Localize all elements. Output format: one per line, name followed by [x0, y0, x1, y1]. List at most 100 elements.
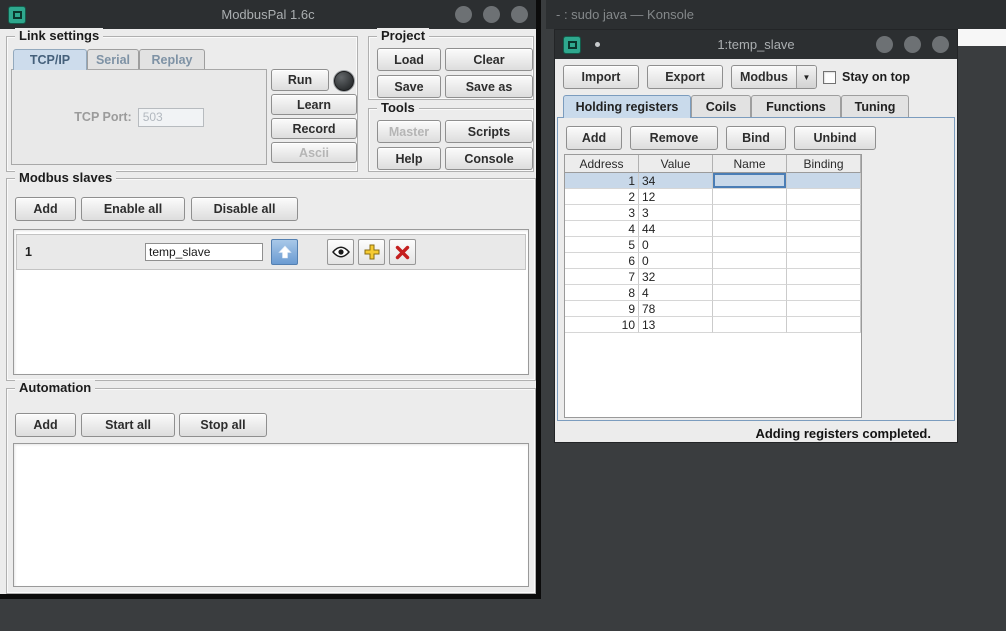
tab-holding-registers[interactable]: Holding registers: [563, 95, 691, 118]
register-cell-val[interactable]: 0: [639, 253, 713, 269]
register-cell-name[interactable]: [713, 285, 787, 301]
start-all-button[interactable]: Start all: [81, 413, 175, 437]
register-cell-name[interactable]: [713, 237, 787, 253]
register-cell-bind[interactable]: [787, 317, 861, 333]
register-cell-val[interactable]: 3: [639, 205, 713, 221]
register-cell-name[interactable]: [713, 253, 787, 269]
register-cell-name[interactable]: [713, 317, 787, 333]
register-cell-name[interactable]: [713, 221, 787, 237]
maximize-button[interactable]: [904, 36, 921, 53]
register-cell-val[interactable]: 32: [639, 269, 713, 285]
konsole-titlebar[interactable]: - : sudo java — Konsole: [546, 0, 1006, 29]
column-header-binding[interactable]: Binding: [787, 155, 861, 173]
run-button[interactable]: Run: [271, 69, 329, 91]
register-row[interactable]: 134: [565, 173, 861, 189]
register-cell-name[interactable]: [713, 173, 787, 189]
register-cell-bind[interactable]: [787, 269, 861, 285]
register-cell-bind[interactable]: [787, 301, 861, 317]
minimize-button[interactable]: [455, 6, 472, 23]
register-cell-bind[interactable]: [787, 173, 861, 189]
slave-enabled-toggle-button[interactable]: [271, 239, 298, 265]
tab-serial[interactable]: Serial: [87, 49, 139, 69]
tab-tuning[interactable]: Tuning: [841, 95, 909, 117]
maximize-button[interactable]: [483, 6, 500, 23]
slave-delete-button[interactable]: [389, 239, 416, 265]
add-automation-button[interactable]: Add: [15, 413, 76, 437]
learn-button[interactable]: Learn: [271, 94, 357, 115]
register-cell-name[interactable]: [713, 189, 787, 205]
register-row[interactable]: 444: [565, 221, 861, 237]
help-button[interactable]: Help: [377, 147, 441, 170]
chevron-down-icon[interactable]: ▼: [796, 66, 816, 88]
record-button[interactable]: Record: [271, 118, 357, 139]
register-row[interactable]: 33: [565, 205, 861, 221]
register-cell-val[interactable]: 44: [639, 221, 713, 237]
modbuspal-titlebar[interactable]: ModbusPal 1.6c: [0, 0, 536, 29]
register-row[interactable]: 732: [565, 269, 861, 285]
register-cell-val[interactable]: 34: [639, 173, 713, 189]
register-row[interactable]: 50: [565, 237, 861, 253]
register-cell-val[interactable]: 0: [639, 237, 713, 253]
slave-view-button[interactable]: [327, 239, 354, 265]
register-cell-addr[interactable]: 9: [565, 301, 639, 317]
register-row[interactable]: 1013: [565, 317, 861, 333]
register-cell-val[interactable]: 4: [639, 285, 713, 301]
clear-button[interactable]: Clear: [445, 48, 533, 71]
register-cell-bind[interactable]: [787, 237, 861, 253]
slave-editor-titlebar[interactable]: 1:temp_slave: [555, 30, 957, 59]
register-cell-bind[interactable]: [787, 285, 861, 301]
remove-register-button[interactable]: Remove: [630, 126, 718, 150]
register-cell-bind[interactable]: [787, 189, 861, 205]
stay-on-top-checkbox[interactable]: [823, 71, 836, 84]
slave-name-input[interactable]: [145, 243, 263, 261]
register-cell-addr[interactable]: 2: [565, 189, 639, 205]
slave-add-automation-button[interactable]: [358, 239, 385, 265]
implementation-combobox[interactable]: Modbus ▼: [731, 65, 817, 89]
register-cell-val[interactable]: 78: [639, 301, 713, 317]
register-cell-name[interactable]: [713, 205, 787, 221]
add-slave-button[interactable]: Add: [15, 197, 76, 221]
load-button[interactable]: Load: [377, 48, 441, 71]
register-cell-bind[interactable]: [787, 253, 861, 269]
stop-all-button[interactable]: Stop all: [179, 413, 267, 437]
register-cell-bind[interactable]: [787, 205, 861, 221]
console-button[interactable]: Console: [445, 147, 533, 170]
register-cell-addr[interactable]: 4: [565, 221, 639, 237]
tab-replay[interactable]: Replay: [139, 49, 205, 69]
register-cell-addr[interactable]: 3: [565, 205, 639, 221]
register-cell-addr[interactable]: 6: [565, 253, 639, 269]
register-row[interactable]: 978: [565, 301, 861, 317]
tab-tcpip[interactable]: TCP/IP: [13, 49, 87, 70]
tab-functions[interactable]: Functions: [751, 95, 841, 117]
enable-all-button[interactable]: Enable all: [81, 197, 185, 221]
minimize-button[interactable]: [876, 36, 893, 53]
close-button[interactable]: [511, 6, 528, 23]
slave-row[interactable]: 1: [16, 234, 526, 270]
register-cell-val[interactable]: 12: [639, 189, 713, 205]
close-button[interactable]: [932, 36, 949, 53]
register-cell-addr[interactable]: 10: [565, 317, 639, 333]
register-cell-val[interactable]: 13: [639, 317, 713, 333]
register-cell-addr[interactable]: 5: [565, 237, 639, 253]
tab-coils[interactable]: Coils: [691, 95, 751, 117]
export-button[interactable]: Export: [647, 65, 723, 89]
column-header-address[interactable]: Address: [565, 155, 639, 173]
save-as-button[interactable]: Save as: [445, 75, 533, 98]
register-cell-name[interactable]: [713, 301, 787, 317]
column-header-value[interactable]: Value: [639, 155, 713, 173]
register-row[interactable]: 212: [565, 189, 861, 205]
save-button[interactable]: Save: [377, 75, 441, 98]
register-row[interactable]: 60: [565, 253, 861, 269]
add-register-button[interactable]: Add: [566, 126, 622, 150]
register-cell-addr[interactable]: 7: [565, 269, 639, 285]
register-cell-name[interactable]: [713, 269, 787, 285]
column-header-name[interactable]: Name: [713, 155, 787, 173]
scripts-button[interactable]: Scripts: [445, 120, 533, 143]
import-button[interactable]: Import: [563, 65, 639, 89]
disable-all-button[interactable]: Disable all: [191, 197, 298, 221]
register-cell-bind[interactable]: [787, 221, 861, 237]
register-cell-addr[interactable]: 1: [565, 173, 639, 189]
bind-button[interactable]: Bind: [726, 126, 786, 150]
register-row[interactable]: 84: [565, 285, 861, 301]
unbind-button[interactable]: Unbind: [794, 126, 876, 150]
